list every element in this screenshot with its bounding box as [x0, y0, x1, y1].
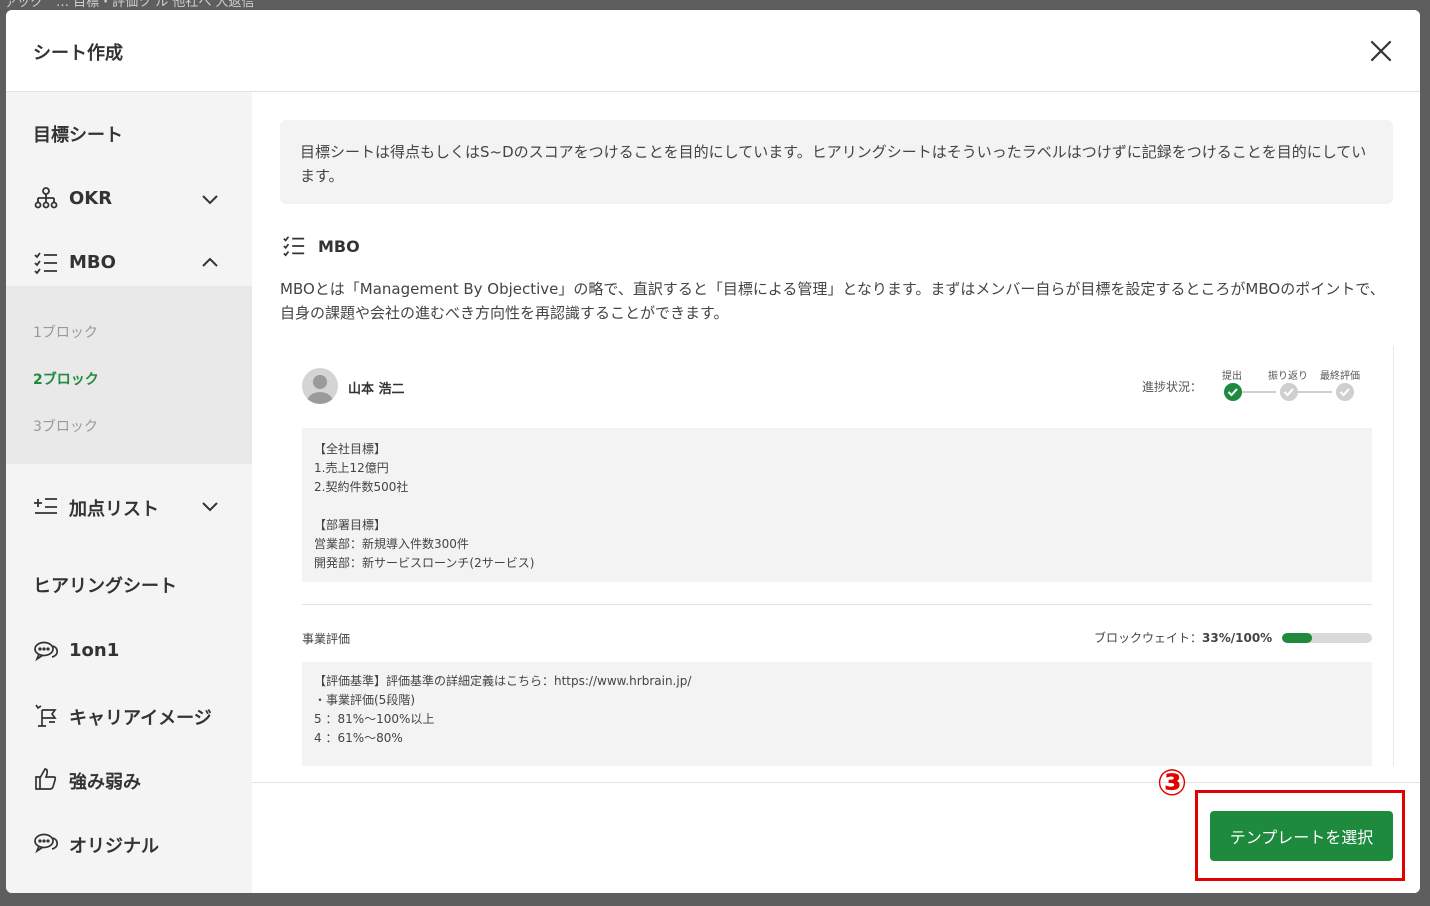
modal-title: シート作成	[33, 43, 123, 64]
goal-line: 【全社目標】	[314, 442, 387, 456]
eval-block-title: 事業評価	[302, 632, 351, 646]
block-weight-label: ブロックウェイト：33%/100%	[1094, 629, 1272, 646]
goal-line: 営業部：新規導入件数300件	[314, 537, 469, 551]
info-box: 目標シートは得点もしくはS~Dのスコアをつけることを目的にしています。ヒアリング…	[280, 120, 1393, 204]
step-done-icon	[1224, 383, 1242, 401]
goal-line	[314, 497, 1360, 516]
step-pending-icon	[1280, 383, 1298, 401]
block-item-1[interactable]: 1ブロック	[33, 322, 98, 342]
chat-bubbles-icon	[33, 830, 59, 856]
plus-list-icon	[33, 493, 59, 519]
annotation-number: ③	[1156, 763, 1188, 804]
sidebar-item-strengths[interactable]: 強み弱み	[6, 751, 252, 807]
template-detail: 目標シートは得点もしくはS~Dのスコアをつけることを目的にしています。ヒアリング…	[252, 92, 1420, 782]
sidebar-item-career-image[interactable]: キャリアイメージ	[6, 687, 252, 743]
sidebar-item-label: 1on1	[69, 640, 120, 661]
mbo-heading-text: MBO	[318, 237, 360, 256]
step-label-submit: 提出	[1222, 371, 1242, 382]
close-icon[interactable]	[1366, 36, 1396, 66]
block-weight-text: ブロックウェイト：	[1094, 631, 1203, 645]
block-item-3[interactable]: 3ブロック	[33, 416, 98, 436]
flag-path-icon	[33, 702, 59, 728]
goal-text-box: 【全社目標】 1.売上12億円 2.契約件数500社 【部署目標】 営業部：新規…	[302, 428, 1372, 582]
progress-label: 進捗状況：	[1142, 380, 1203, 394]
mbo-block-list: 1ブロック 2ブロック 3ブロック	[6, 286, 252, 464]
sidebar-item-plus-list[interactable]: 加点リスト	[6, 478, 252, 534]
checklist-icon	[282, 234, 306, 258]
sidebar-item-1on1[interactable]: 1on1	[6, 623, 252, 679]
avatar	[302, 368, 338, 404]
goal-line: 2.契約件数500社	[314, 480, 409, 494]
step-label-review: 振り返り	[1268, 371, 1308, 382]
criteria-line: 4 ：61%〜80%	[314, 731, 403, 745]
user-name: 山本 浩二	[348, 382, 405, 397]
hearing-sheet-section-title: ヒアリングシート	[33, 576, 177, 597]
step-label-final: 最終評価	[1320, 371, 1360, 382]
goal-line: 1.売上12億円	[314, 461, 389, 475]
sidebar-item-original[interactable]: オリジナル	[6, 815, 252, 871]
divider	[302, 604, 1372, 605]
step-connector	[1242, 391, 1276, 393]
step-connector	[1298, 391, 1332, 393]
block-weight-fill	[1282, 633, 1312, 643]
chat-bubbles-icon	[33, 638, 59, 664]
sidebar-item-label: 加点リスト	[69, 499, 159, 520]
sheet-create-modal: シート作成 目標シート OKR MBO 1ブロック 2ブロック 3ブロック 加点…	[6, 10, 1420, 893]
step-pending-icon	[1336, 383, 1354, 401]
block-weight-bar	[1282, 633, 1372, 643]
sidebar-item-label: 強み弱み	[69, 772, 141, 793]
chevron-down-icon	[200, 189, 220, 209]
modal-header: シート作成	[6, 10, 1420, 92]
sidebar-item-label: キャリアイメージ	[69, 708, 212, 729]
goal-line: 開発部：新サービスローンチ(2サービス)	[314, 556, 535, 570]
goal-sheet-section-title: 目標シート	[33, 125, 123, 146]
goal-line: 【部署目標】	[314, 518, 387, 532]
block-item-2[interactable]: 2ブロック	[33, 369, 99, 389]
sidebar-item-label: MBO	[69, 252, 116, 273]
criteria-text-box: 【評価基準】評価基準の詳細定義はこちら：https://www.hrbrain.…	[302, 662, 1372, 766]
org-chart-icon	[33, 186, 59, 212]
sidebar-item-okr[interactable]: OKR	[6, 171, 252, 227]
backdrop-breadcrumb: ァック … 目標・評価ツ ル 他社へ 人返信	[4, 0, 255, 10]
mbo-description: MBOとは「Management By Objective」の略で、直訳すると「…	[280, 280, 1385, 322]
chevron-down-icon	[200, 496, 220, 516]
criteria-line: 【評価基準】評価基準の詳細定義はこちら：https://www.hrbrain.…	[314, 674, 692, 688]
sidebar-item-label: OKR	[69, 188, 113, 209]
template-preview: 山本 浩二 進捗状況： 提出 振り返り 最終評価 【全社目標】 1.売上12億円…	[280, 346, 1394, 766]
annotation-highlight-box	[1195, 790, 1405, 881]
thumbs-up-icon	[33, 766, 59, 792]
criteria-line: 5 ：81%〜100%以上	[314, 712, 435, 726]
block-weight-value: 33%/100%	[1202, 631, 1273, 645]
sidebar-item-label: オリジナル	[69, 836, 159, 857]
criteria-line: ・事業評価(5段階)	[314, 693, 415, 707]
chevron-up-icon	[200, 253, 220, 273]
template-sidebar: 目標シート OKR MBO 1ブロック 2ブロック 3ブロック 加点リスト ヒア…	[6, 92, 252, 893]
checklist-icon	[33, 250, 59, 276]
sidebar-item-mbo[interactable]: MBO	[6, 235, 252, 291]
